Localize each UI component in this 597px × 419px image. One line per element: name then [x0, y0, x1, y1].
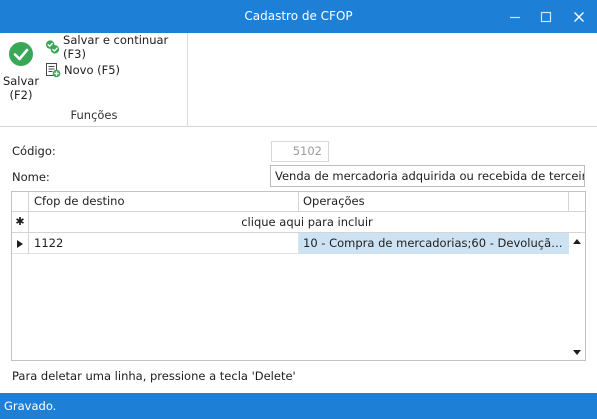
minimize-icon [510, 16, 520, 18]
close-icon [574, 11, 584, 22]
form-content: Código: 5102 Nome: Venda de mercadoria a… [0, 127, 597, 393]
cell-cfop-destino[interactable]: 1122 [29, 233, 299, 254]
grid-header-indicator [12, 192, 29, 212]
ribbon: Salvar (F2) Salvar e continuar (F3) Novo [0, 33, 597, 127]
new-row[interactable]: ✱ clique aqui para incluir [12, 212, 585, 233]
check-circle-icon [9, 42, 33, 66]
save-button[interactable]: Salvar (F2) [2, 39, 40, 105]
arrow-down-icon [573, 349, 581, 355]
row-indicator[interactable] [12, 233, 29, 254]
save-continue-button[interactable]: Salvar e continuar (F3) [45, 33, 187, 61]
scroll-up-button[interactable] [569, 233, 585, 249]
column-header-operacoes[interactable]: Operações [299, 192, 569, 212]
maximize-button[interactable] [531, 0, 561, 33]
table-row[interactable]: 1122 10 - Compra de mercadorias;60 - Dev… [12, 233, 569, 254]
new-document-icon [46, 63, 61, 78]
title-bar: Cadastro de CFOP [0, 0, 597, 33]
ribbon-group-label: Funções [70, 108, 118, 122]
column-header-cfop-destino[interactable]: Cfop de destino [29, 192, 299, 212]
save-continue-label: Salvar e continuar (F3) [63, 33, 169, 61]
codigo-label: Código: [12, 144, 56, 158]
scroll-down-button[interactable] [569, 344, 585, 360]
new-row-asterisk-icon: ✱ [12, 212, 29, 233]
delete-hint: Para deletar uma linha, pressione a tecl… [12, 369, 296, 383]
save-button-label: Salvar (F2) [2, 74, 40, 102]
new-button[interactable]: Novo (F5) [45, 60, 120, 80]
status-text: Gravado. [4, 399, 57, 413]
new-row-text[interactable]: clique aqui para incluir [29, 212, 585, 233]
current-row-arrow-icon [17, 239, 23, 248]
nome-field[interactable]: Venda de mercadoria adquirida ou recebid… [270, 165, 585, 187]
grid-header: Cfop de destino Operações [12, 192, 585, 212]
maximize-icon [540, 11, 552, 22]
cell-operacoes[interactable]: 10 - Compra de mercadorias;60 - Devoluçã… [299, 233, 569, 254]
minimize-button[interactable] [500, 0, 530, 33]
new-button-label: Novo (F5) [64, 63, 121, 77]
nome-label: Nome: [12, 170, 50, 184]
save-continue-icon [45, 40, 60, 54]
ribbon-group-funcoes: Salvar (F2) Salvar e continuar (F3) Novo [0, 33, 188, 127]
codigo-field: 5102 [271, 141, 329, 162]
close-button[interactable] [564, 0, 594, 33]
vertical-scrollbar[interactable] [569, 233, 585, 360]
cfop-grid[interactable]: Cfop de destino Operações ✱ clique aqui … [11, 191, 586, 361]
arrow-up-icon [573, 238, 581, 244]
status-bar: Gravado. [0, 393, 597, 419]
